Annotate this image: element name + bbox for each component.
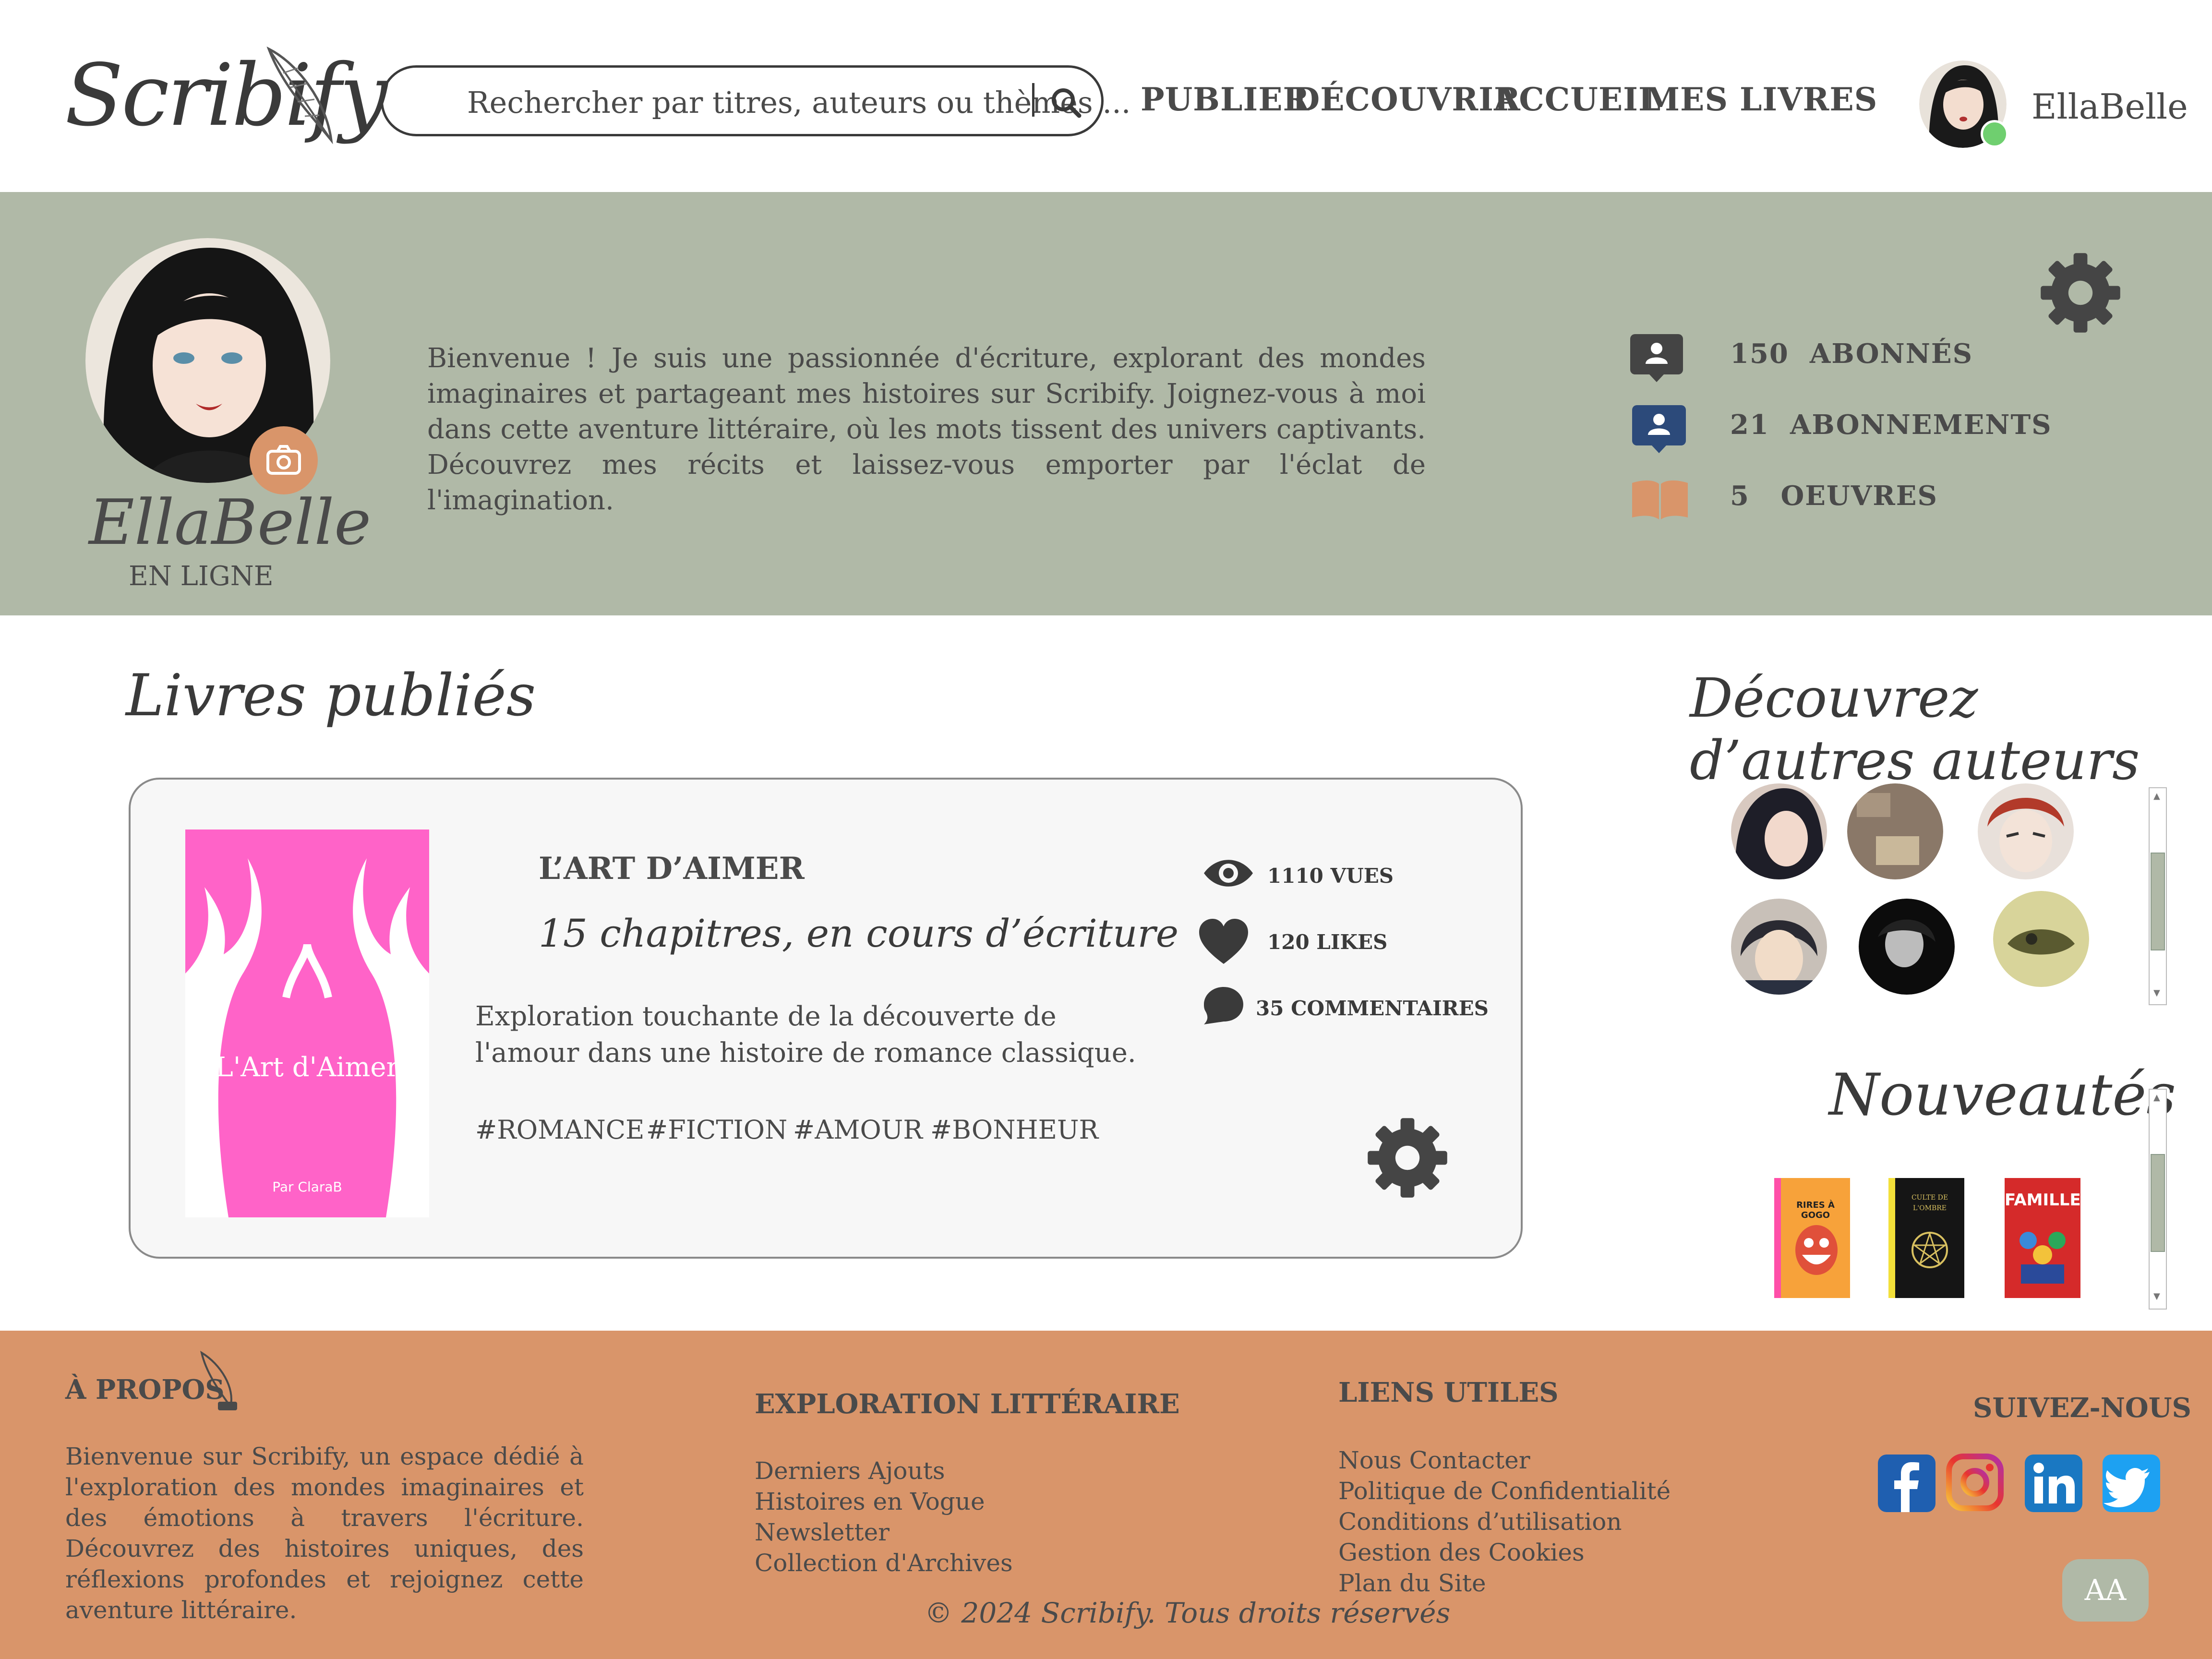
nav-accueil[interactable]: ACCUEIL [1494, 81, 1661, 118]
search-input[interactable]: Rechercher par titres, auteurs ou thèmes… [467, 85, 1131, 120]
works-stat[interactable]: 5 OEUVRES [1730, 480, 1938, 512]
scroll-down-icon[interactable]: ▼ [2153, 1291, 2160, 1301]
footer-link-collection-archives[interactable]: Collection d'Archives [755, 1548, 1013, 1578]
twitter-icon[interactable] [2103, 1455, 2160, 1512]
online-indicator [1981, 120, 2008, 148]
change-photo-button[interactable] [250, 426, 318, 494]
book-icon [1632, 480, 1688, 519]
profile-bio: Bienvenue ! Je suis une passionnée d'écr… [427, 343, 1426, 516]
copyright: © 2024 Scribify. Tous droits réservés [925, 1597, 1451, 1629]
new-books-scrollbar[interactable]: ▲ ▼ [2149, 1089, 2167, 1310]
search-icon[interactable] [1049, 86, 1083, 120]
comments-count: 35 COMMENTAIRES [1256, 997, 1489, 1020]
new-book-2-title: CULTE DE L'OMBRE [1911, 1194, 1948, 1212]
footer-links-title: LIENS UTILES [1338, 1377, 1559, 1408]
accessibility-font-button[interactable]: AA [2062, 1559, 2149, 1622]
nav-decouvrir[interactable]: DÉCOUVRIR [1292, 81, 1521, 118]
views-count: 1110 VUES [1267, 864, 1394, 888]
footer-link-histoires-en-vogue[interactable]: Histoires en Vogue [755, 1486, 985, 1517]
footer-about-text: Bienvenue sur Scribify, un espace dédié … [65, 1443, 584, 1624]
status-label: EN LIGNE [129, 561, 274, 592]
comment-icon[interactable] [1202, 985, 1245, 1026]
author-avatar-3[interactable] [1978, 783, 2074, 879]
published-books-title: Livres publiés [126, 662, 536, 729]
discover-authors-title: Découvrez d’autres auteurs [1690, 667, 2140, 792]
tree-illustration [185, 858, 429, 1217]
footer-link-newsletter[interactable]: Newsletter [755, 1517, 890, 1548]
book-chapters: 15 chapitres, en cours d’écriture [539, 911, 1179, 956]
quill-icon [266, 46, 333, 144]
cover-author: Par ClaraB [272, 1179, 342, 1195]
author-avatar-4[interactable] [1731, 899, 1827, 995]
search-separator [1032, 83, 1034, 117]
tag-amour[interactable]: #AMOUR [793, 1115, 923, 1145]
quill-ink-icon [200, 1350, 237, 1410]
scroll-up-icon[interactable]: ▲ [2153, 1093, 2160, 1103]
book-cover[interactable]: L'Art d'Aimer Par ClaraB [185, 830, 429, 1217]
author-avatar-2[interactable] [1847, 783, 1943, 879]
eye-icon [1204, 860, 1253, 887]
footer-link-sitemap[interactable]: Plan du Site [1338, 1568, 1486, 1599]
new-book-3-title: FAMILLE [2005, 1190, 2081, 1210]
followers-count: 150 [1730, 338, 1789, 370]
scroll-down-icon[interactable]: ▼ [2153, 988, 2160, 998]
footer-link-privacy[interactable]: Politique de Confidentialité [1338, 1476, 1671, 1506]
profile-settings-icon[interactable] [2037, 250, 2124, 336]
authors-scrollbar[interactable]: ▲ ▼ [2149, 787, 2167, 1005]
likes-count: 120 LIKES [1267, 930, 1388, 954]
cover-title: L'Art d'Aimer [215, 1052, 399, 1083]
new-book-1[interactable]: RIRES À GOGO [1774, 1178, 1850, 1298]
footer-link-contact[interactable]: Nous Contacter [1338, 1445, 1530, 1476]
author-avatar-1[interactable] [1731, 783, 1827, 879]
tag-romance[interactable]: #ROMANCE [475, 1115, 644, 1145]
profile-name: EllaBelle [89, 486, 372, 559]
footer-link-cookies[interactable]: Gestion des Cookies [1338, 1537, 1585, 1568]
footer-link-terms[interactable]: Conditions d’utilisation [1338, 1506, 1622, 1537]
following-stat[interactable]: 21 ABONNEMENTS [1730, 409, 2052, 441]
footer-link-derniers-ajouts[interactable]: Derniers Ajouts [755, 1455, 945, 1486]
following-label: ABONNEMENTS [1790, 409, 2052, 441]
following-count: 21 [1730, 409, 1769, 441]
header: Scribify Rechercher par titres, auteurs … [0, 0, 2212, 192]
search-bar[interactable]: Rechercher par titres, auteurs ou thèmes… [381, 65, 1131, 136]
works-count: 5 [1730, 480, 1750, 512]
footer-follow-title: SUIVEZ-NOUS [1973, 1392, 2191, 1424]
pentagram-icon [1911, 1231, 1948, 1268]
footer-explore-title: EXPLORATION LITTÉRAIRE [755, 1388, 1180, 1420]
facebook-icon[interactable] [1878, 1455, 1936, 1512]
tag-fiction[interactable]: #FICTION [646, 1115, 787, 1145]
book-title[interactable]: L’ART D’AIMER [539, 851, 805, 887]
laughing-face-icon [1795, 1225, 1838, 1275]
followers-icon [1630, 334, 1683, 382]
new-book-2[interactable]: CULTE DE L'OMBRE [1888, 1178, 1964, 1298]
followers-label: ABONNÉS [1809, 338, 1973, 370]
linkedin-icon[interactable] [2025, 1455, 2082, 1512]
tag-bonheur[interactable]: #BONHEUR [930, 1115, 1098, 1145]
nav-mes-livres[interactable]: MES LIVRES [1645, 81, 1877, 118]
book-description: Exploration touchante de la découverte d… [475, 1001, 1136, 1069]
author-avatar-6[interactable] [1993, 891, 2089, 987]
new-book-3[interactable]: FAMILLE [2005, 1178, 2081, 1298]
following-icon [1632, 405, 1686, 453]
camera-icon [266, 445, 301, 475]
new-books-scroll-thumb[interactable] [2151, 1154, 2165, 1252]
logo[interactable]: Scribify [65, 46, 388, 145]
new-books-title: Nouveautés [1829, 1062, 2176, 1129]
authors-scroll-thumb[interactable] [2151, 853, 2165, 950]
heart-icon[interactable] [1197, 918, 1250, 966]
instagram-icon[interactable] [1946, 1454, 2004, 1511]
nav-publier[interactable]: PUBLIER [1141, 81, 1310, 118]
family-heroes-icon [2020, 1232, 2066, 1284]
followers-stat[interactable]: 150 ABONNÉS [1730, 338, 1973, 370]
works-label: OEUVRES [1780, 480, 1938, 512]
scroll-up-icon[interactable]: ▲ [2153, 791, 2160, 801]
author-avatar-5[interactable] [1859, 899, 1955, 995]
header-username[interactable]: EllaBelle [2032, 86, 2188, 127]
book-settings-icon[interactable] [1364, 1115, 1451, 1201]
